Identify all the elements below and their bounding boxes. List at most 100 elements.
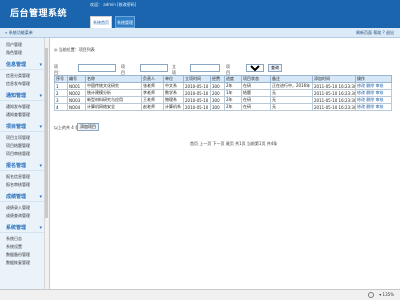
sidebar-section-heading[interactable]: 报名管理 ▾ bbox=[0, 162, 44, 171]
sidebar-section-label: 项目管理 bbox=[6, 124, 27, 130]
top-right-links[interactable]: 刷新页面 帮助 ? 退出 bbox=[356, 30, 394, 36]
top-header: 后台管理系统 欢迎： admin [修改密码] 系统首页 系统管理 bbox=[0, 0, 400, 28]
column-header: 操作 bbox=[355, 75, 392, 83]
sidebar-item[interactable]: 系统设置 bbox=[6, 244, 22, 250]
sidebar-section-label: 系统管理 bbox=[6, 225, 27, 231]
sidebar-section-heading[interactable]: 项目管理 ▾ bbox=[0, 123, 44, 132]
table-cell: 1 bbox=[54, 82, 68, 90]
column-header: 序号 bbox=[54, 75, 68, 83]
table-cell: 2011-05-10 16:23:30 bbox=[312, 89, 356, 97]
table-cell: 无 bbox=[270, 103, 313, 111]
add-project-button[interactable]: 添加项目 bbox=[77, 123, 99, 131]
table-cell: 无 bbox=[270, 89, 313, 97]
tab-system[interactable]: 系统管理 bbox=[115, 16, 135, 28]
sidebar-title[interactable]: « 系统功能菜单 bbox=[5, 30, 33, 36]
chevron-down-icon: ▾ bbox=[39, 62, 42, 68]
sidebar-section-heading[interactable]: 成绩管理 ▾ bbox=[0, 193, 44, 202]
chevron-down-icon: ▾ bbox=[39, 93, 42, 99]
table-cell: 300 bbox=[210, 103, 225, 111]
sidebar-section-heading[interactable]: 信息管理 ▾ bbox=[0, 61, 44, 70]
sub-toolbar: « 系统功能菜单 刷新页面 帮助 ? 退出 bbox=[0, 28, 400, 38]
column-header: 进度 bbox=[224, 75, 242, 83]
project-table: 序号 编号 名称 负责人 单位 立项时间 经费 进度 项目状态 备注 添加时间 操作 1 NO01 中国传… bbox=[54, 75, 392, 111]
table-cell: 2011-05-10 16:23:30 bbox=[312, 103, 356, 111]
table-cell: 2010-05-10 bbox=[183, 96, 211, 104]
table-cell: 2年 bbox=[224, 103, 242, 111]
table-cell: 1年 bbox=[224, 89, 242, 97]
sidebar-item[interactable]: 信息分类管理 bbox=[6, 73, 30, 79]
column-header: 编号 bbox=[67, 75, 86, 83]
zoom-level[interactable]: ▾ 135% bbox=[379, 292, 394, 297]
table-cell: 在研 bbox=[241, 82, 271, 90]
table-cell: 300 bbox=[210, 82, 225, 90]
sidebar-item[interactable]: 项目结题管理 bbox=[6, 143, 30, 149]
sidebar-section-label: 成绩管理 bbox=[6, 194, 27, 200]
table-row[interactable]: 4 NO04 计算机网络安全 赵老师 计算机系 2010-05-10 300 2年 在研无 201… bbox=[54, 103, 392, 111]
table-row[interactable]: 2 NO02 统计建模分析 李老师 数学系 2010-05-10 200 1年 结题无 2011-… bbox=[54, 89, 392, 97]
pagination[interactable]: 首页 上一页 下一页 尾页 共1页 当前第1页 共4条 bbox=[190, 141, 277, 147]
table-cell: 2010-05-10 bbox=[183, 82, 211, 90]
row-actions[interactable]: 修改 删除 审核 bbox=[355, 103, 392, 111]
sidebar-item[interactable]: 信息发布管理 bbox=[6, 81, 30, 87]
table-header-row: 序号 编号 名称 负责人 单位 立项时间 经费 进度 项目状态 备注 添加时间 操作 bbox=[54, 75, 392, 83]
sidebar-item[interactable]: 数据恢复管理 bbox=[6, 260, 30, 266]
sidebar-item[interactable]: 项目审核管理 bbox=[6, 151, 30, 157]
sidebar-item[interactable]: 数据备份管理 bbox=[6, 252, 30, 258]
sidebar-item[interactable]: 用户管理 bbox=[6, 42, 22, 48]
table-cell: NO03 bbox=[67, 96, 86, 104]
filter-name-input[interactable] bbox=[140, 64, 168, 72]
sidebar-item[interactable]: 成绩查询管理 bbox=[6, 213, 30, 219]
table-cell: 3 bbox=[54, 96, 68, 104]
table-cell: 中国传统文化研究 bbox=[85, 82, 142, 90]
row-actions[interactable]: 修改 删除 审核 bbox=[355, 89, 392, 97]
table-cell: 计算机网络安全 bbox=[85, 103, 142, 111]
table-cell: 中文系 bbox=[163, 82, 184, 90]
user-info[interactable]: 欢迎： admin [修改密码] bbox=[90, 2, 136, 8]
table-cell: 赵老师 bbox=[141, 103, 164, 111]
column-header: 负责人 bbox=[141, 75, 164, 83]
breadcrumb: ◎ 当前位置：项目列表 bbox=[54, 47, 95, 52]
table-cell: 数学系 bbox=[163, 89, 184, 97]
filter-date-input[interactable] bbox=[190, 64, 220, 72]
sidebar-item[interactable]: 系统日志 bbox=[6, 236, 22, 242]
column-header: 单位 bbox=[163, 75, 184, 83]
app-title: 后台管理系统 bbox=[10, 9, 68, 19]
filter-code-input[interactable] bbox=[78, 64, 116, 72]
sidebar-item[interactable]: 通知发布管理 bbox=[6, 104, 30, 110]
sidebar-section-label: 信息管理 bbox=[6, 62, 27, 68]
chevron-down-icon: ▾ bbox=[39, 194, 42, 200]
sidebar: 用户管理角色管理信息管理 ▾ 信息分类管理 信息发布管理通知管理 ▾ 通知发布管理 通知查看… bbox=[0, 38, 50, 300]
sidebar-item[interactable]: 通知查看管理 bbox=[6, 112, 30, 118]
sidebar-item[interactable]: 报名审核管理 bbox=[6, 182, 30, 188]
table-cell: 2年 bbox=[224, 82, 242, 90]
table-row[interactable]: 3 NO03 新型材料研究与应用 王老师 物理系 2010-05-10 300 2年 在研无 20… bbox=[54, 96, 392, 104]
sidebar-item[interactable]: 角色管理 bbox=[6, 50, 22, 56]
sidebar-item[interactable]: 报名信息管理 bbox=[6, 174, 30, 180]
table-cell: 2 bbox=[54, 89, 68, 97]
sidebar-section-heading[interactable]: 系统管理 ▾ bbox=[0, 224, 44, 233]
chevron-down-icon: ▾ bbox=[39, 124, 42, 130]
column-header: 备注 bbox=[270, 75, 313, 83]
column-header: 添加时间 bbox=[312, 75, 356, 83]
table-cell: 李老师 bbox=[141, 89, 164, 97]
sidebar-section-heading[interactable]: 通知管理 ▾ bbox=[0, 92, 44, 101]
table-row[interactable]: 1 NO01 中国传统文化研究 张老师 中文系 2010-05-10 300 2年 在研 正在进行… bbox=[54, 82, 392, 90]
table-cell: 无 bbox=[270, 96, 313, 104]
sidebar-item[interactable]: 项目立项管理 bbox=[6, 135, 30, 141]
sidebar-scroll-thumb[interactable] bbox=[45, 48, 48, 218]
table-cell: 结题 bbox=[241, 89, 271, 97]
search-button[interactable]: 查询 bbox=[268, 64, 282, 72]
chevron-down-icon: ▾ bbox=[39, 225, 42, 231]
row-actions[interactable]: 修改 删除 审核 bbox=[355, 96, 392, 104]
table-cell: 300 bbox=[210, 96, 225, 104]
zoom-icon bbox=[368, 292, 374, 298]
table-summary: 以上的共 4 条 添加项目 bbox=[54, 123, 99, 131]
row-actions[interactable]: 修改 删除 审核 bbox=[355, 82, 392, 90]
chevron-down-icon: ▾ bbox=[39, 163, 42, 169]
column-header: 立项时间 bbox=[183, 75, 211, 83]
table-cell: 4 bbox=[54, 103, 68, 111]
table-cell: 王老师 bbox=[141, 96, 164, 104]
filter-type-select[interactable]: 请选 bbox=[246, 64, 264, 72]
tab-home[interactable]: 系统首页 bbox=[90, 16, 112, 28]
sidebar-item[interactable]: 成绩录入管理 bbox=[6, 205, 30, 211]
